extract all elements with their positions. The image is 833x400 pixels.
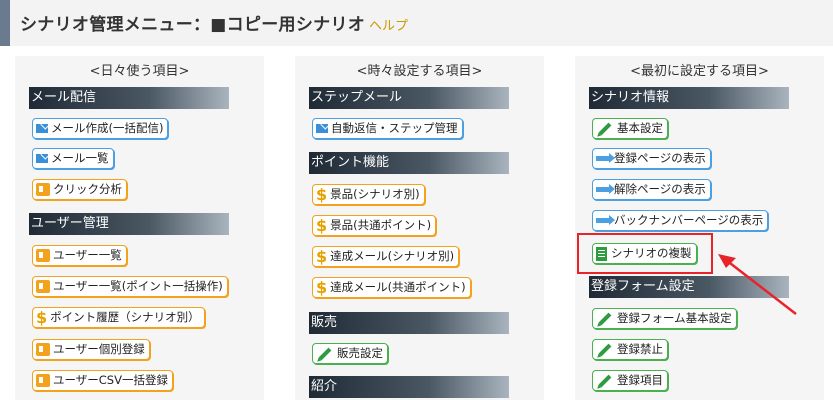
button-label: 登録禁止 (617, 342, 663, 356)
prize-scenario-button[interactable]: $ 景品(シナリオ別) (312, 184, 425, 205)
column-title: <時々設定する項目> (356, 64, 483, 79)
click-analysis-button[interactable]: クリック分析 (32, 179, 127, 200)
button-label: 景品(シナリオ別) (330, 187, 420, 201)
button-label: ユーザーCSV一括登録 (53, 373, 168, 387)
dollar-icon: $ (316, 184, 328, 204)
show-unsubscribe-page-button[interactable]: 解除ページの表示 (592, 179, 711, 200)
point-history-button[interactable]: $ ポイント履歴（シナリオ別） (32, 307, 205, 328)
id-card-icon (36, 343, 50, 356)
mail-list-button[interactable]: メール一覧 (32, 148, 114, 169)
button-label: バックナンバーページの表示 (614, 213, 764, 227)
id-card-icon (36, 280, 50, 293)
page-header: シナリオ管理メニュー：■コピー用シナリオ ヘルプ (0, 0, 833, 46)
button-label: 景品(共通ポイント) (330, 218, 432, 232)
id-card-icon (36, 249, 50, 262)
pencil-icon (598, 343, 612, 356)
column-initial: <最初に設定する項目> シナリオ情報 基本設定 登録ページの表示 解除ページの表… (575, 56, 824, 400)
highlight-box (577, 233, 713, 274)
basic-settings-button[interactable]: 基本設定 (592, 118, 668, 139)
mail-icon (36, 154, 48, 163)
dollar-icon: $ (316, 277, 328, 297)
section-sales: 販売 (309, 312, 509, 334)
user-list-button[interactable]: ユーザー一覧 (32, 245, 127, 266)
section-step-mail: ステップメール (309, 87, 509, 109)
dollar-icon: $ (316, 246, 328, 266)
user-csv-import-button[interactable]: ユーザーCSV一括登録 (32, 370, 173, 391)
column-title: <最初に設定する項目> (630, 64, 769, 79)
pencil-icon (598, 374, 612, 387)
show-backnumber-page-button[interactable]: バックナンバーページの表示 (592, 210, 769, 231)
button-label: 登録項目 (617, 373, 663, 387)
dollar-icon: $ (36, 307, 48, 327)
user-register-button[interactable]: ユーザー個別登録 (32, 339, 150, 360)
achievement-mail-common-button[interactable]: $ 達成メール(共通ポイント) (312, 277, 471, 298)
section-point-feature: ポイント機能 (309, 152, 509, 174)
button-label: クリック分析 (53, 182, 122, 196)
button-label: メール一覧 (51, 151, 109, 165)
pencil-icon (318, 347, 332, 360)
button-label: 自動返信・ステップ管理 (331, 121, 458, 135)
prize-common-button[interactable]: $ 景品(共通ポイント) (312, 215, 437, 236)
help-link[interactable]: ヘルプ (369, 15, 408, 34)
button-label: 達成メール(シナリオ別) (330, 249, 455, 263)
pencil-icon (598, 122, 612, 135)
button-label: 基本設定 (617, 121, 663, 135)
arrow-right-icon (596, 153, 615, 163)
user-list-points-button[interactable]: ユーザー一覧(ポイント一括操作) (32, 276, 228, 297)
button-label: ユーザー一覧 (53, 248, 122, 262)
button-label: 販売設定 (337, 346, 383, 360)
sales-settings-button[interactable]: 販売設定 (312, 343, 388, 364)
section-user-management: ユーザー管理 (29, 213, 229, 235)
mail-icon (316, 124, 328, 133)
mail-icon (36, 124, 48, 133)
column-occasional: <時々設定する項目> ステップメール 自動返信・ステップ管理 ポイント機能 $ … (295, 56, 544, 400)
arrow-right-icon (596, 215, 615, 225)
button-label: ポイント履歴（シナリオ別） (50, 310, 200, 324)
id-card-icon (36, 374, 50, 387)
create-mail-button[interactable]: メール作成(一括配信) (32, 118, 169, 139)
dollar-icon: $ (316, 215, 328, 235)
button-label: 登録ページの表示 (614, 151, 706, 165)
section-mail-delivery: メール配信 (29, 87, 229, 109)
button-label: 解除ページの表示 (614, 182, 706, 196)
annotation-arrow-icon (718, 254, 797, 315)
auto-reply-step-button[interactable]: 自動返信・ステップ管理 (312, 118, 463, 139)
registration-fields-button[interactable]: 登録項目 (592, 370, 668, 391)
button-label: ユーザー個別登録 (53, 342, 145, 356)
button-label: 達成メール(共通ポイント) (330, 280, 466, 294)
pencil-icon (598, 312, 612, 325)
page-title: シナリオ管理メニュー：■コピー用シナリオ (20, 15, 366, 35)
column-title: <日々使う項目> (89, 64, 190, 79)
section-referral: 紹介 (309, 376, 509, 398)
arrow-right-icon (596, 184, 615, 194)
registration-ban-button[interactable]: 登録禁止 (592, 339, 668, 360)
achievement-mail-scenario-button[interactable]: $ 達成メール(シナリオ別) (312, 246, 460, 267)
button-label: ユーザー一覧(ポイント一括操作) (53, 279, 223, 293)
section-scenario-info: シナリオ情報 (589, 87, 789, 109)
column-daily: <日々使う項目> メール配信 メール作成(一括配信) メール一覧 クリック分析 … (15, 56, 264, 400)
show-register-page-button[interactable]: 登録ページの表示 (592, 148, 711, 169)
id-card-icon (36, 183, 50, 196)
button-label: メール作成(一括配信) (51, 121, 164, 135)
